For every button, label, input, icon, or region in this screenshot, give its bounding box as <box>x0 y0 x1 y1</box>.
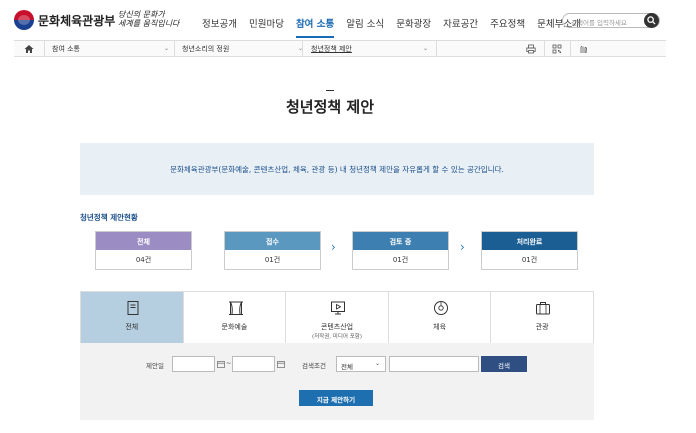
nav-participation[interactable]: 참여 소통 <box>295 16 335 38</box>
chevron-right-icon: › <box>460 240 465 254</box>
divider <box>44 41 45 56</box>
search-button[interactable] <box>644 13 659 28</box>
category-tabs: 전체 문화예술 콘텐츠산업 (저작권, 미디어 포함) 체육 관광 <box>80 291 594 343</box>
status-label: 처리완료 <box>482 232 577 250</box>
divider <box>436 41 437 56</box>
tab-sports[interactable]: 체육 <box>387 292 491 343</box>
monitor-play-icon <box>331 301 346 315</box>
breadcrumb-level2[interactable]: 청년소리의 정원 ⌄ <box>182 44 306 54</box>
tab-label: 문화예술 <box>221 323 248 331</box>
condition-select[interactable]: 전체 ⌄ <box>336 356 386 372</box>
chevron-down-icon: ⌄ <box>374 360 380 367</box>
nav-culture-plaza[interactable]: 문화광장 <box>396 16 431 30</box>
intro-box: 문화체육관광부(문화예술, 콘텐츠산업, 체육, 관광 등) 내 청년정책 제안… <box>80 143 594 195</box>
chevron-right-icon: › <box>331 240 336 254</box>
breadcrumb-level1[interactable]: 참여 소통 ⌄ <box>52 44 172 54</box>
title-dash <box>326 90 334 91</box>
search-filter-panel: 제안일 ~ 검색조건 전체 ⌄ 검색 지금 제안하기 <box>80 343 594 420</box>
status-card-completed: 처리완료 01건 <box>481 231 578 270</box>
tab-all[interactable]: 전체 <box>80 292 183 343</box>
slogan: 당신의 문화가 세계를 움직입니다 <box>118 10 179 28</box>
logo-text: 문화체육관광부 <box>38 13 116 28</box>
end-date-input[interactable] <box>232 356 275 372</box>
search-submit-button[interactable]: 검색 <box>481 356 527 372</box>
slogan-line-2: 세계를 움직입니다 <box>118 19 180 28</box>
status-count: 01건 <box>521 256 538 264</box>
condition-select-value: 전체 <box>341 363 353 371</box>
propose-now-button[interactable]: 지금 제안하기 <box>299 390 373 406</box>
calendar-icon[interactable] <box>217 360 225 368</box>
status-heading: 청년정책 제안현황 <box>80 213 138 222</box>
status-count: 01건 <box>264 256 281 264</box>
chevron-down-icon: ⌄ <box>423 45 429 52</box>
nav-news[interactable]: 알림 소식 <box>346 16 384 30</box>
breadcrumb-level2-label: 청년소리의 정원 <box>182 45 230 53</box>
nav-civil-petition[interactable]: 민원마당 <box>249 16 284 30</box>
divider <box>174 41 175 56</box>
tab-label: 관광 <box>535 323 549 331</box>
document-icon <box>127 301 139 315</box>
breadcrumb-level3-label: 청년정책 제안 <box>311 45 352 53</box>
chevron-down-icon: ⌄ <box>164 45 170 52</box>
divider <box>544 41 545 56</box>
status-label: 접수 <box>225 232 320 250</box>
status-card-total: 전체 04건 <box>95 231 192 270</box>
home-icon[interactable] <box>24 44 34 54</box>
tab-culture-arts[interactable]: 문화예술 <box>182 292 286 343</box>
tab-sublabel: (저작권, 미디어 포함) <box>311 334 362 340</box>
status-count: 04건 <box>135 256 152 264</box>
start-date-input[interactable] <box>172 356 215 372</box>
main-navigation: 정보공개 민원마당 참여 소통 알림 소식 문화광장 자료공간 주요정책 문체부… <box>202 16 593 38</box>
date-label: 제안일 <box>146 362 164 370</box>
nav-major-policy[interactable]: 주요정책 <box>490 16 525 30</box>
tab-content-industry[interactable]: 콘텐츠산업 (저작권, 미디어 포함) <box>285 292 388 343</box>
status-label: 검토 중 <box>353 232 448 250</box>
print-icon[interactable] <box>526 44 536 54</box>
divider <box>302 41 303 56</box>
breadcrumb-level3[interactable]: 청년정책 제안 ⌄ <box>311 44 435 54</box>
slogan-line-1: 당신의 문화가 <box>118 10 165 19</box>
site-header: 문화체육관광부 당신의 문화가 세계를 움직입니다 정보공개 민원마당 참여 소… <box>0 0 696 40</box>
tab-label: 콘텐츠산업 <box>320 323 354 331</box>
stage-curtain-icon <box>228 301 243 315</box>
status-count: 01건 <box>392 256 409 264</box>
intro-text: 문화체육관광부(문화예술, 콘텐츠산업, 체육, 관광 등) 내 청년정책 제안… <box>170 165 504 174</box>
status-card-reviewing: 검토 중 01건 <box>352 231 449 270</box>
taegeuk-logo-icon <box>14 10 34 30</box>
date-separator: ~ <box>226 359 232 367</box>
nav-resources[interactable]: 자료공간 <box>443 16 478 30</box>
condition-label: 검색조건 <box>302 362 326 370</box>
suitcase-icon <box>536 302 551 315</box>
page-title: 청년정책 제안 <box>285 98 375 116</box>
ministry-logo[interactable]: 문화체육관광부 <box>14 10 115 30</box>
share-hand-icon[interactable] <box>578 44 588 54</box>
breadcrumb-level1-label: 참여 소통 <box>52 45 80 53</box>
status-card-received: 접수 01건 <box>224 231 321 270</box>
ball-icon <box>433 301 448 315</box>
keyword-input[interactable] <box>389 356 479 372</box>
tab-tourism[interactable]: 관광 <box>490 292 593 343</box>
search-icon <box>647 16 656 25</box>
tab-label: 전체 <box>125 323 139 331</box>
qr-code-icon[interactable] <box>552 44 562 54</box>
tab-label: 체육 <box>433 323 447 331</box>
calendar-icon[interactable] <box>277 360 285 368</box>
status-label: 전체 <box>96 232 191 250</box>
nav-info-disclosure[interactable]: 정보공개 <box>202 16 237 30</box>
breadcrumb: 참여 소통 ⌄ 청년소리의 정원 ⌄ 청년정책 제안 ⌄ <box>14 40 666 57</box>
divider <box>570 41 571 56</box>
